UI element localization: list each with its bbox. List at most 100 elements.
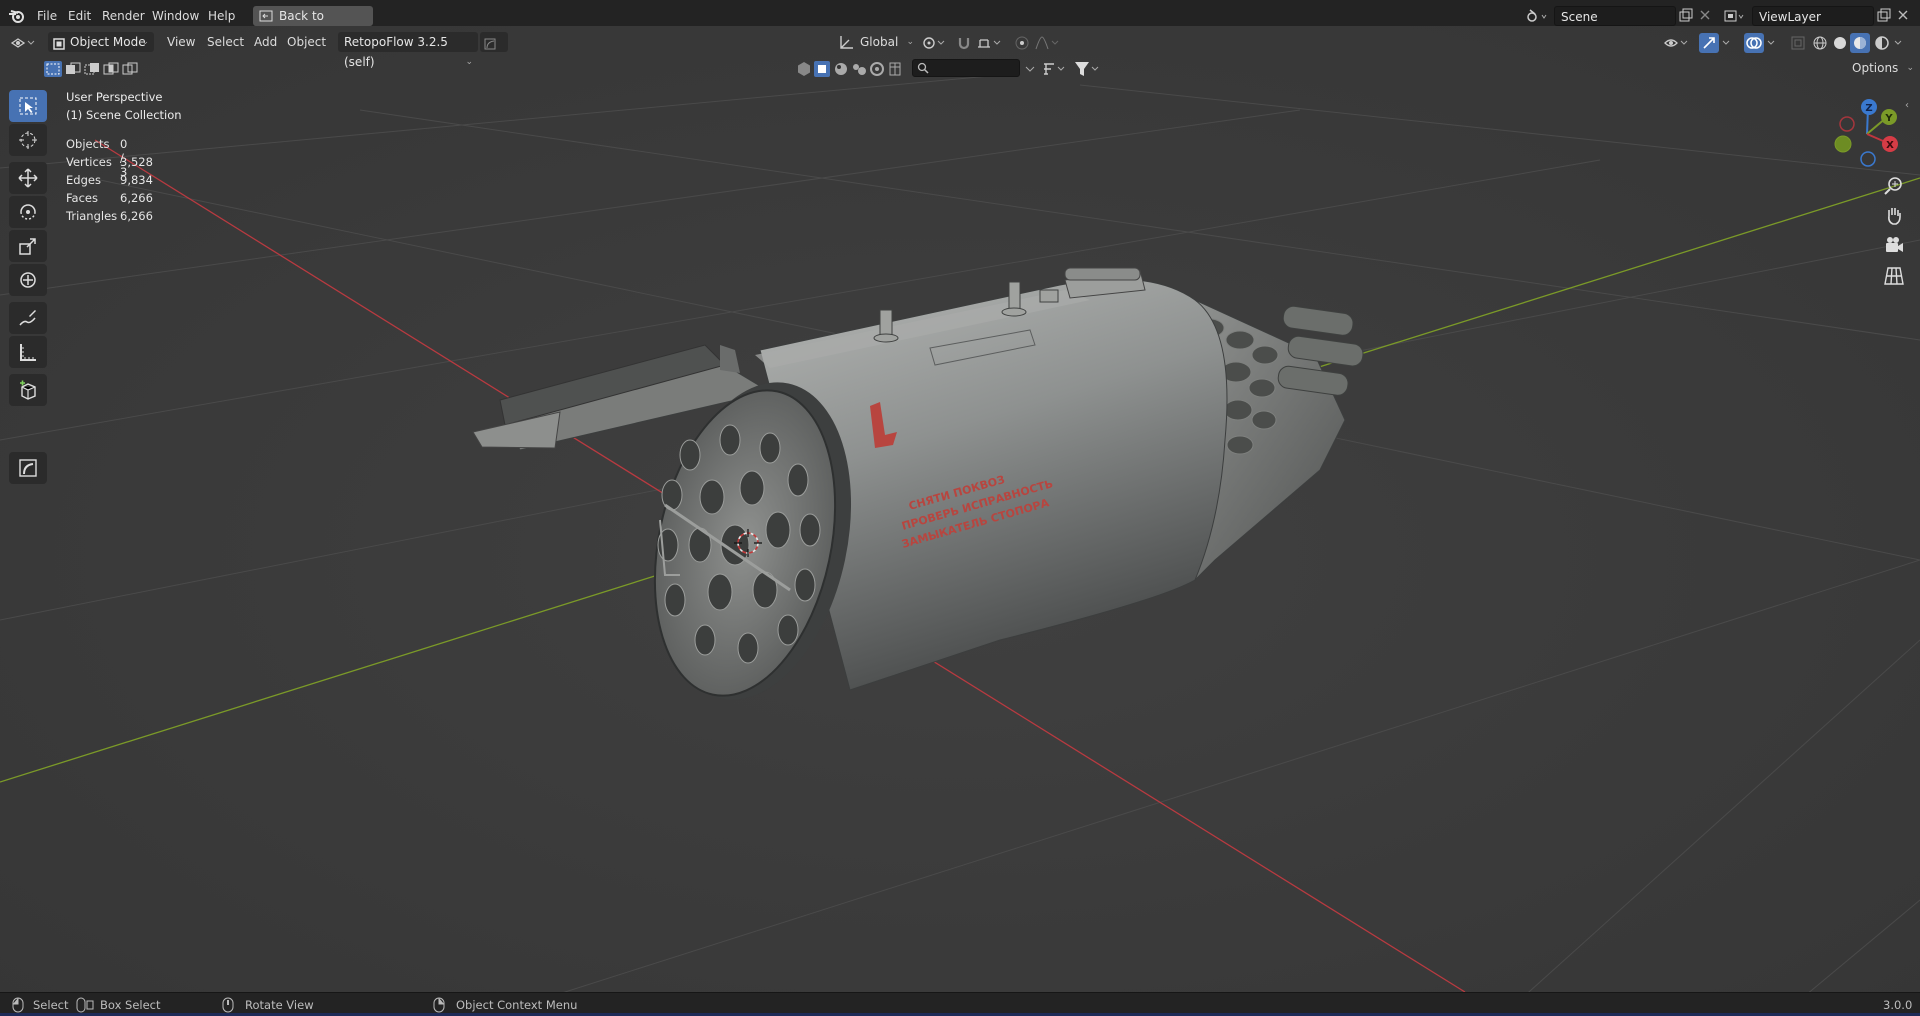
blender-logo-icon[interactable] — [8, 8, 26, 27]
filter-empty-icon[interactable] — [796, 61, 812, 80]
object-mode-dropdown[interactable]: Object Mode ⌄ — [48, 32, 154, 52]
sort-list-icon[interactable] — [1042, 61, 1068, 80]
retopoflow-tool[interactable] — [9, 452, 47, 484]
filter-other-icon[interactable] — [869, 61, 885, 80]
filter-search-input[interactable] — [933, 60, 1017, 76]
retopoflow-extra-dropdown[interactable] — [480, 32, 508, 52]
falloff-icon[interactable] — [1034, 35, 1060, 54]
options-dropdown[interactable]: Options ⌄ — [1848, 58, 1914, 78]
filter-camera-icon[interactable] — [851, 61, 867, 80]
transform-tool[interactable] — [9, 264, 47, 296]
menu-help[interactable]: Help — [204, 7, 239, 25]
sidebar-toggle-icon[interactable]: ‹ — [1905, 100, 1909, 111]
scene-name-field[interactable]: Scene — [1554, 6, 1676, 26]
move-tool[interactable] — [9, 162, 47, 194]
gizmo-neg-z[interactable] — [1860, 151, 1876, 167]
stat-value-triangles: 6,266 — [120, 209, 153, 223]
viewport-scene[interactable]: СНЯТИ ПОКВОЗ ПРОВЕРЬ ИСПРАВНОСТЬ ЗАМЫКАТ… — [0, 26, 1920, 992]
pan-view-button[interactable] — [1882, 204, 1912, 230]
transform-orientation-dropdown[interactable]: Global ⌄ — [856, 32, 914, 52]
shading-dropdown-icon[interactable] — [1894, 35, 1904, 54]
filter-funnel-icon[interactable] — [1074, 61, 1100, 80]
stat-label-vertices: Vertices — [66, 155, 112, 169]
viewport-subheader: Options ⌄ — [0, 58, 1920, 80]
gizmo-toggle-icon[interactable] — [1699, 33, 1719, 56]
filter-light-icon[interactable] — [833, 61, 849, 80]
options-label: Options — [1852, 61, 1899, 75]
menu-window[interactable]: Window — [148, 7, 203, 25]
select-box-tool[interactable] — [9, 90, 47, 122]
new-view-layer-icon[interactable] — [1876, 8, 1892, 27]
gizmo-neg-x[interactable] — [1839, 116, 1855, 132]
overlays-dropdown-icon[interactable] — [1767, 35, 1777, 54]
shading-wireframe-icon[interactable] — [1812, 35, 1828, 54]
zoom-icon — [1882, 177, 1906, 201]
navigation-gizmo[interactable]: Z Y X — [1824, 92, 1914, 182]
filter-search-field[interactable] — [912, 59, 1020, 77]
snap-target-icon[interactable] — [976, 35, 1002, 54]
ortho-toggle-button[interactable] — [1882, 264, 1912, 290]
shading-solid-icon[interactable] — [1832, 35, 1848, 54]
xray-toggle-icon[interactable] — [1790, 35, 1806, 54]
retopoflow-small-icon — [484, 36, 496, 56]
viewport-header: Object Mode ⌄ View Select Add Object Ret… — [0, 32, 1920, 69]
stat-label-edges: Edges — [66, 173, 101, 187]
back-to-previous-button[interactable]: Back to Previous — [253, 6, 373, 43]
menu-render[interactable]: Render — [98, 7, 149, 25]
snap-toggle-icon[interactable] — [956, 35, 972, 54]
shading-rendered-icon[interactable] — [1874, 35, 1890, 54]
header-menu-object[interactable]: Object — [283, 32, 330, 52]
header-menu-view[interactable]: View — [163, 32, 199, 52]
editor-type-icon[interactable] — [10, 35, 38, 54]
gizmo-dropdown-icon[interactable] — [1722, 35, 1732, 54]
header-menu-add[interactable]: Add — [250, 32, 281, 52]
shading-material-icon[interactable] — [1850, 33, 1870, 56]
3d-viewport[interactable]: СНЯТИ ПОКВОЗ ПРОВЕРЬ ИСПРАВНОСТЬ ЗАМЫКАТ… — [0, 26, 1920, 992]
search-icon — [917, 62, 929, 77]
visibility-icon[interactable] — [1664, 35, 1690, 54]
stat-value-vertices: 3,528 — [120, 155, 153, 169]
chevron-down-icon: ⌄ — [906, 37, 914, 47]
stat-label-objects: Objects — [66, 137, 110, 151]
scale-tool[interactable] — [9, 230, 47, 262]
filter-search-dropdown-icon[interactable] — [1024, 61, 1038, 80]
add-cube-tool[interactable] — [9, 374, 47, 406]
remove-scene-icon[interactable] — [1698, 8, 1712, 25]
menu-file[interactable]: File — [33, 7, 61, 25]
view-layer-icon[interactable] — [1724, 8, 1746, 27]
filter-mesh-icon[interactable] — [814, 61, 830, 80]
camera-view-button[interactable] — [1882, 234, 1912, 260]
select-intersect-icon[interactable] — [121, 61, 139, 80]
collection-name: (1) Scene Collection — [66, 108, 182, 122]
orientation-icon — [838, 35, 854, 54]
zoom-view-button[interactable] — [1882, 174, 1912, 200]
gizmo-x-label: X — [1886, 140, 1894, 151]
gizmo-z-label: Z — [1865, 103, 1872, 114]
status-box-select: Box Select — [100, 998, 161, 1012]
stat-value-faces: 6,266 — [120, 191, 153, 205]
select-subtract-icon[interactable] — [83, 61, 101, 80]
select-extend-icon[interactable] — [64, 61, 82, 80]
gizmo-y-label: Y — [1884, 113, 1893, 124]
selection-mode-group — [44, 61, 140, 77]
cursor-tool[interactable] — [9, 124, 47, 156]
retopoflow-dropdown[interactable]: RetopoFlow 3.2.5 (self) ⌄ — [338, 32, 478, 69]
gizmo-neg-y[interactable] — [1834, 135, 1852, 153]
proportional-editing-icon[interactable] — [1014, 35, 1030, 54]
select-new-icon[interactable] — [44, 61, 62, 80]
new-scene-icon[interactable] — [1678, 8, 1694, 27]
stat-label-triangles: Triangles — [66, 209, 118, 223]
filter-armature-icon[interactable] — [887, 61, 903, 80]
annotate-tool[interactable] — [9, 302, 47, 334]
pivot-point-icon[interactable] — [922, 35, 946, 54]
rotate-tool[interactable] — [9, 196, 47, 228]
scene-icon[interactable] — [1526, 8, 1548, 27]
measure-tool[interactable] — [9, 336, 47, 368]
select-invert-icon[interactable] — [102, 61, 120, 80]
object-type-filter-group — [796, 61, 906, 77]
overlays-toggle-icon[interactable] — [1744, 33, 1764, 56]
header-menu-select[interactable]: Select — [203, 32, 248, 52]
menu-edit[interactable]: Edit — [64, 7, 95, 25]
remove-view-layer-icon[interactable] — [1896, 8, 1910, 25]
view-layer-field[interactable]: ViewLayer — [1752, 6, 1874, 26]
